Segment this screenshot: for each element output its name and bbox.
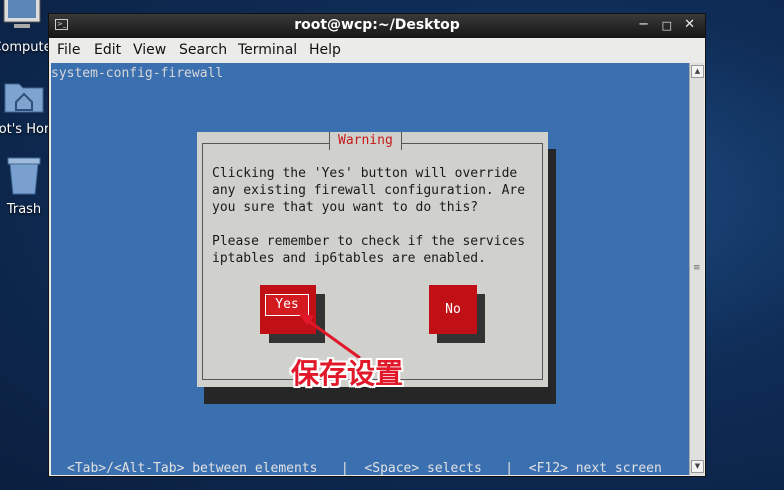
- annotation-arrow-icon: [298, 313, 361, 360]
- annotation-label: 保存设置: [291, 357, 404, 390]
